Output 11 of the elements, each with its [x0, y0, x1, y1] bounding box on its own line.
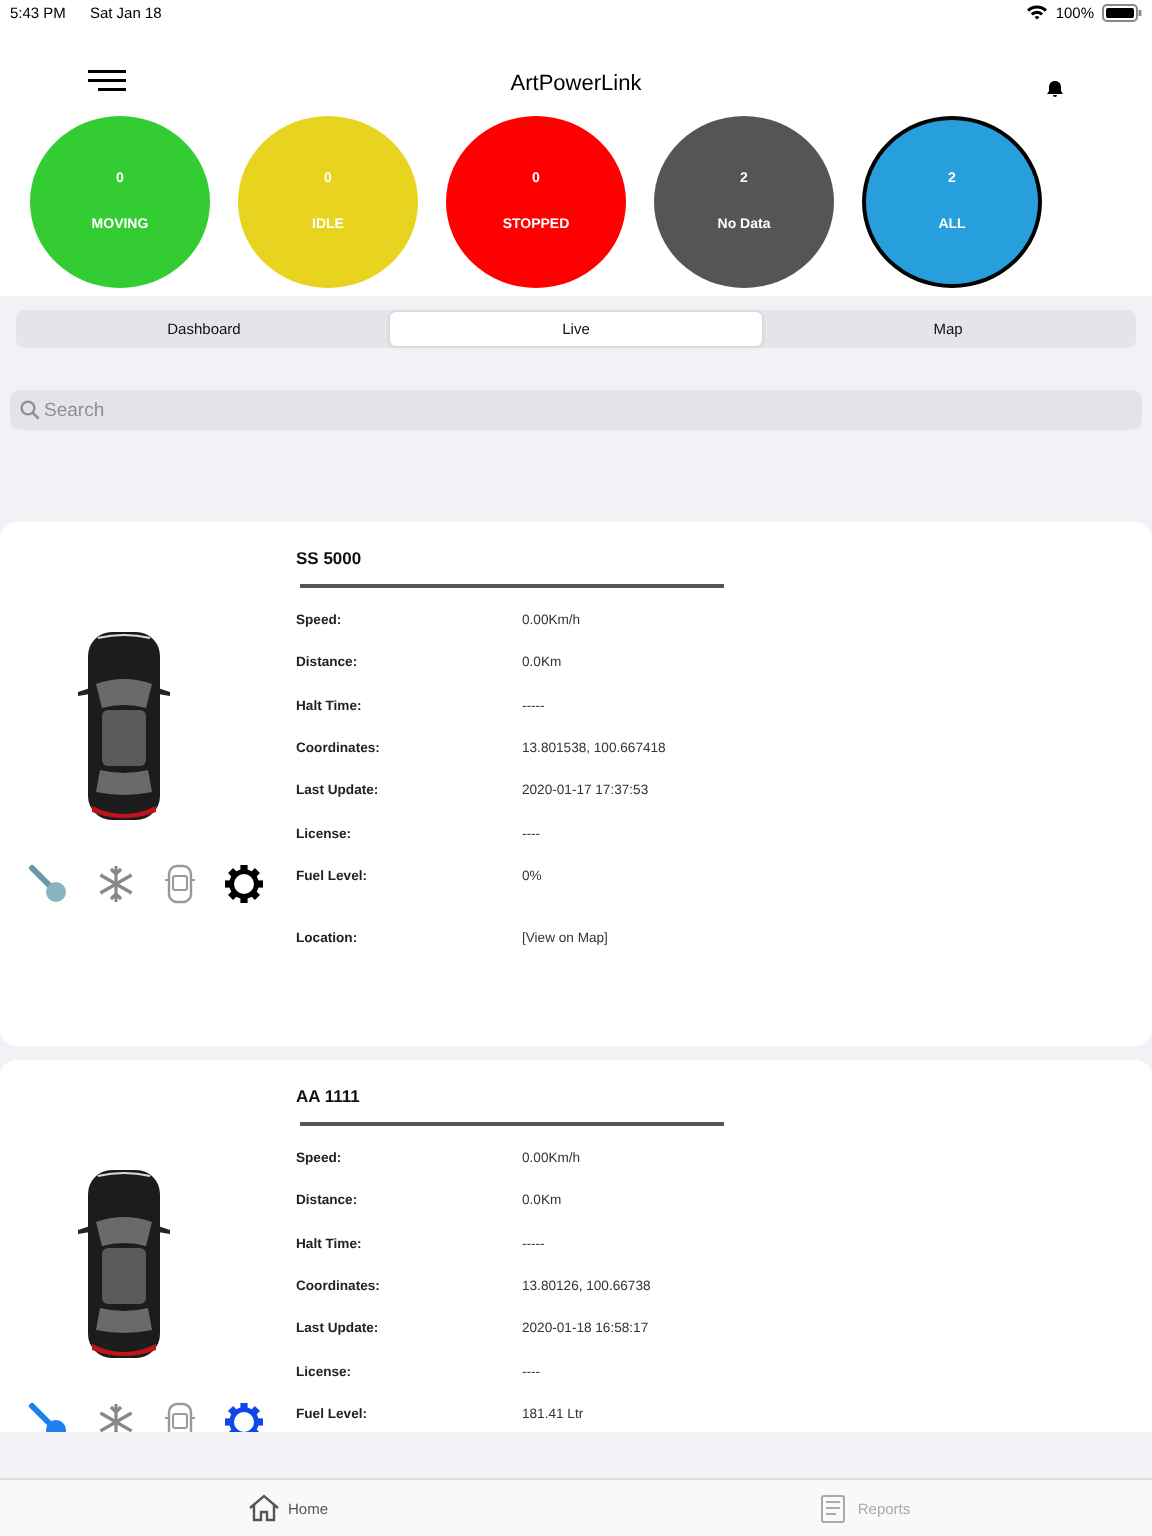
app-title: ArtPowerLink	[510, 72, 642, 96]
home-icon	[247, 1494, 280, 1522]
battery-icon	[1102, 3, 1142, 21]
menu-icon[interactable]	[88, 70, 126, 92]
report-icon	[817, 1492, 850, 1524]
vehicle-name: SS 5000	[296, 548, 364, 568]
search-icon	[20, 400, 40, 420]
vehicle-name: AA 1111	[296, 1086, 362, 1106]
bell-icon[interactable]	[1046, 80, 1064, 98]
wifi-icon	[1025, 4, 1048, 20]
search-field[interactable]: Search	[10, 390, 1142, 430]
